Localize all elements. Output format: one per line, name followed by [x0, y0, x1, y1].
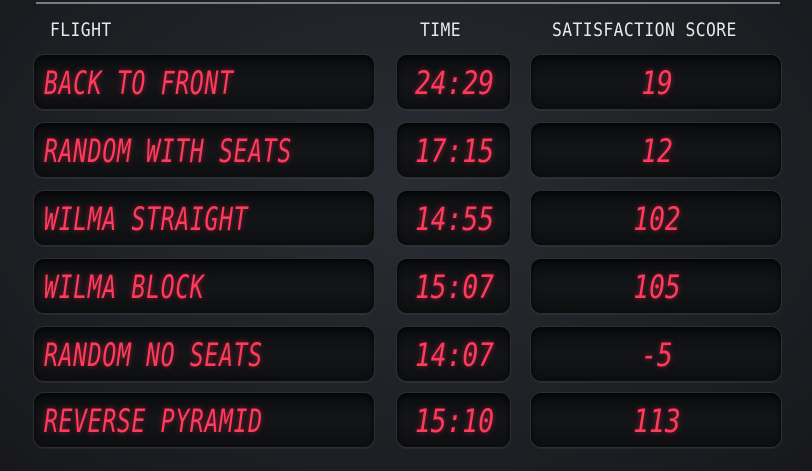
flight-time: 15:07	[414, 268, 494, 306]
flight-cell: WILMA BLOCK	[33, 258, 375, 314]
satisfaction-score: 105	[633, 268, 681, 306]
flight-time: 14:55	[414, 200, 494, 238]
table-row: RANDOM NO SEATS 14:07 -5	[0, 326, 812, 382]
table-row: WILMA STRAIGHT 14:55 102	[0, 190, 812, 246]
flight-cell: REVERSE PYRAMID	[33, 392, 375, 448]
table-row: BACK TO FRONT 24:29 19	[0, 54, 812, 110]
time-cell: 15:10	[396, 392, 511, 448]
flight-cell: BACK TO FRONT	[33, 54, 375, 110]
score-cell: 113	[530, 392, 782, 448]
table-row: REVERSE PYRAMID 15:10 113	[0, 392, 812, 448]
flight-time: 14:07	[414, 336, 494, 374]
flight-name: WILMA STRAIGHT	[44, 200, 249, 238]
flight-name: RANDOM NO SEATS	[44, 336, 263, 374]
score-cell: 19	[530, 54, 782, 110]
flight-cell: RANDOM NO SEATS	[33, 326, 375, 382]
satisfaction-score: 102	[633, 200, 681, 238]
time-cell: 24:29	[396, 54, 511, 110]
results-board: FLIGHT TIME SATISFACTION SCORE BACK TO F…	[0, 0, 812, 471]
flight-name: BACK TO FRONT	[44, 64, 234, 102]
score-cell: -5	[530, 326, 782, 382]
satisfaction-score: 19	[641, 64, 673, 102]
flight-name: WILMA BLOCK	[44, 268, 205, 306]
satisfaction-score: 113	[633, 402, 681, 440]
flight-name: RANDOM WITH SEATS	[44, 132, 293, 170]
time-cell: 14:07	[396, 326, 511, 382]
satisfaction-score: -5	[641, 336, 673, 374]
flight-time: 17:15	[414, 132, 494, 170]
flight-time: 15:10	[414, 402, 494, 440]
flight-name: REVERSE PYRAMID	[44, 402, 263, 440]
results-table: BACK TO FRONT 24:29 19 RANDOM WITH SEATS…	[0, 0, 812, 471]
satisfaction-score: 12	[641, 132, 673, 170]
flight-cell: WILMA STRAIGHT	[33, 190, 375, 246]
flight-time: 24:29	[414, 64, 494, 102]
score-cell: 102	[530, 190, 782, 246]
score-cell: 105	[530, 258, 782, 314]
flight-cell: RANDOM WITH SEATS	[33, 122, 375, 178]
table-row: WILMA BLOCK 15:07 105	[0, 258, 812, 314]
time-cell: 14:55	[396, 190, 511, 246]
time-cell: 17:15	[396, 122, 511, 178]
time-cell: 15:07	[396, 258, 511, 314]
table-row: RANDOM WITH SEATS 17:15 12	[0, 122, 812, 178]
score-cell: 12	[530, 122, 782, 178]
